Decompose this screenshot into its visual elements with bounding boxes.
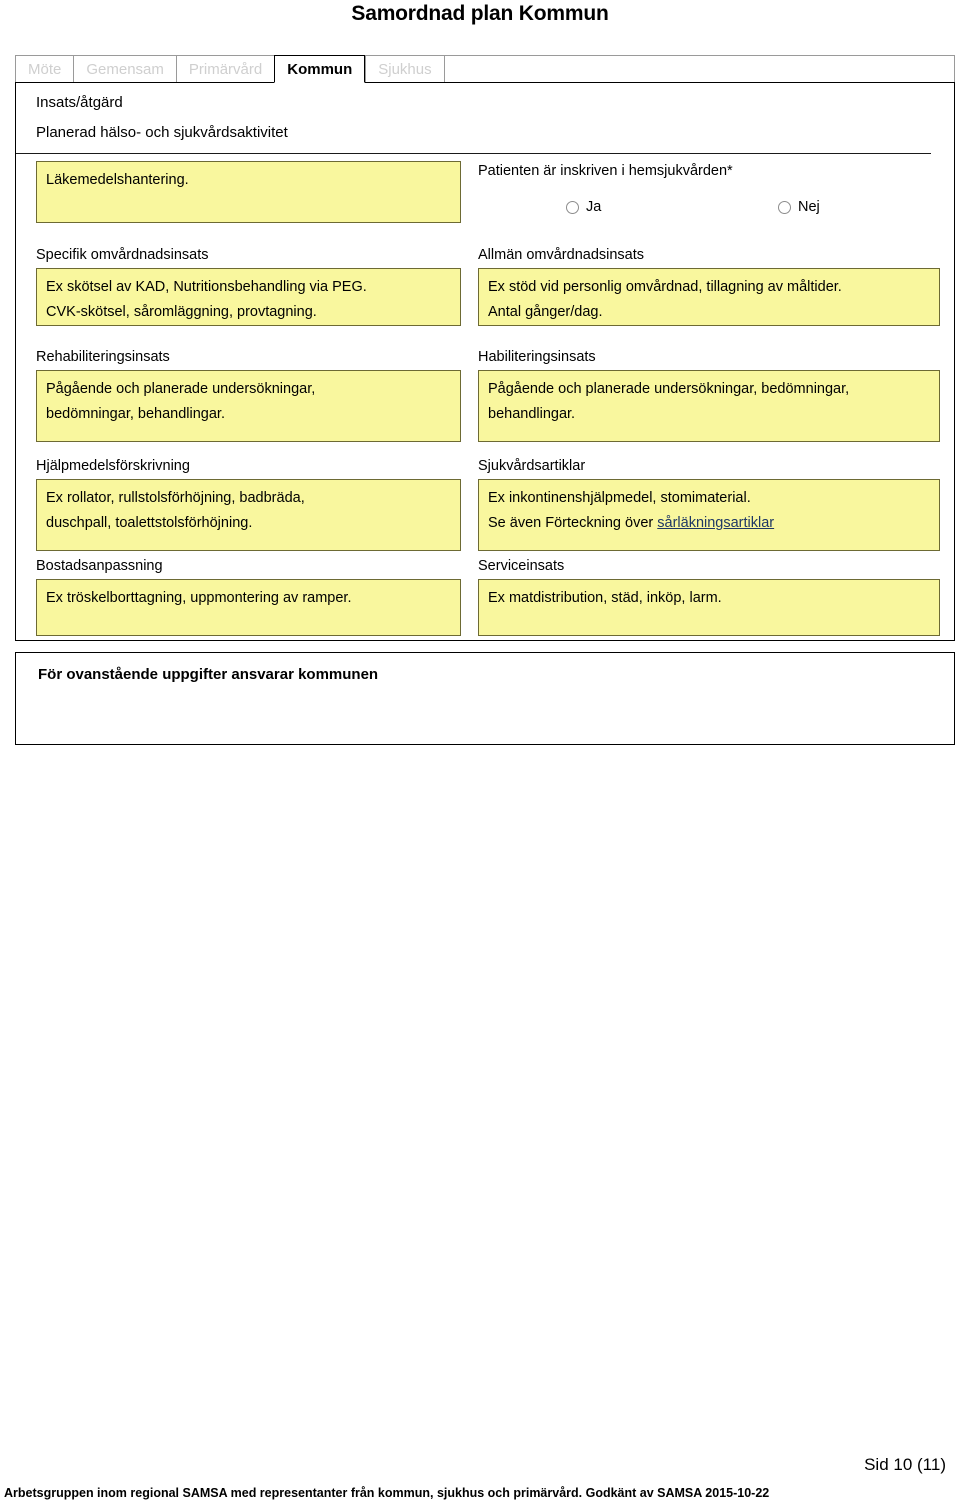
field-serviceinsats[interactable]: Ex matdistribution, städ, inköp, larm. (478, 579, 940, 636)
label-allman-omvardnadsinsats: Allmän omvårdnadsinsats (478, 247, 645, 263)
radio-circle-icon[interactable] (778, 200, 791, 214)
field-allman-omvardnadsinsats[interactable]: Ex stöd vid personlig omvårdnad, tillagn… (478, 268, 940, 326)
field-lakemedelshantering-value: Läkemedelshantering. (46, 172, 189, 188)
field-line: bedömningar, behandlingar. (46, 406, 225, 422)
tab-gemensam[interactable]: Gemensam (73, 55, 176, 83)
label-habiliteringsinsats: Habiliteringsinsats (478, 349, 596, 365)
tab-sjukhus[interactable]: Sjukhus (365, 55, 444, 83)
field-line: duschpall, toalettstolsförhöjning. (46, 515, 253, 531)
field-line: Ex matdistribution, städ, inköp, larm. (488, 590, 722, 606)
field-rehabiliteringsinsats[interactable]: Pågående och planerade undersökningar, b… (36, 370, 461, 442)
responsibility-panel: För ovanstående uppgifter ansvarar kommu… (15, 652, 955, 745)
field-line: Ex rollator, rullstolsförhöjning, badbrä… (46, 490, 305, 506)
field-line: CVK-skötsel, såromläggning, provtagning. (46, 304, 317, 320)
label-bostadsanpassning: Bostadsanpassning (36, 558, 163, 574)
field-line: Pågående och planerade undersökningar, b… (488, 381, 850, 397)
field-sjukvardsartiklar[interactable]: Ex inkontinenshjälpmedel, stomimaterial.… (478, 479, 940, 551)
heading-planerad-aktivitet: Planerad hälso- och sjukvårdsaktivitet (36, 124, 288, 141)
field-line: Ex inkontinenshjälpmedel, stomimaterial. (488, 490, 751, 506)
heading-insats-atgard: Insats/åtgärd (36, 94, 123, 111)
label-hjalpmedelsforskrivning: Hjälpmedelsförskrivning (36, 458, 190, 474)
link-sarlakningsartiklar[interactable]: sårläkningsartiklar (657, 515, 774, 531)
tab-bar: Möte Gemensam Primärvård Kommun Sjukhus (15, 55, 955, 83)
field-line: Antal gånger/dag. (488, 304, 603, 320)
label-specifik-omvardnadsinsats: Specifik omvårdnadsinsats (36, 247, 209, 263)
radio-circle-icon[interactable] (566, 200, 579, 214)
field-lakemedelshantering[interactable]: Läkemedelshantering. (36, 161, 461, 223)
tab-primarvard[interactable]: Primärvård (175, 55, 275, 83)
field-line: Ex skötsel av KAD, Nutritionsbehandling … (46, 279, 367, 295)
tab-kommun[interactable]: Kommun (274, 55, 366, 83)
radio-option-ja[interactable]: Ja (566, 199, 601, 215)
form-panel: Insats/åtgärd Planerad hälso- och sjukvå… (15, 82, 955, 641)
page-number: Sid 10 (11) (864, 1455, 946, 1474)
field-line-prefix: Se även Förteckning över (488, 515, 658, 531)
label-home-care-question: Patienten är inskriven i hemsjukvården* (478, 163, 733, 179)
field-habiliteringsinsats[interactable]: Pågående och planerade undersökningar, b… (478, 370, 940, 442)
label-rehabiliteringsinsats: Rehabiliteringsinsats (36, 349, 170, 365)
field-line: Pågående och planerade undersökningar, (46, 381, 316, 397)
radio-option-nej[interactable]: Nej (778, 199, 820, 215)
radio-label-nej: Nej (798, 199, 820, 215)
responsibility-text: För ovanstående uppgifter ansvarar kommu… (38, 666, 379, 683)
field-bostadsanpassning[interactable]: Ex tröskelborttagning, uppmontering av r… (36, 579, 461, 636)
field-line: Ex stöd vid personlig omvårdnad, tillagn… (488, 279, 842, 295)
tab-mote[interactable]: Möte (15, 55, 74, 83)
label-sjukvardsartiklar: Sjukvårdsartiklar (478, 458, 586, 474)
home-care-radio-group: Ja Nej (478, 199, 878, 219)
label-serviceinsats: Serviceinsats (478, 558, 565, 574)
field-specifik-omvardnadsinsats[interactable]: Ex skötsel av KAD, Nutritionsbehandling … (36, 268, 461, 326)
field-hjalpmedelsforskrivning[interactable]: Ex rollator, rullstolsförhöjning, badbrä… (36, 479, 461, 551)
field-line: Ex tröskelborttagning, uppmontering av r… (46, 590, 352, 606)
radio-label-ja: Ja (586, 199, 602, 215)
page-title: Samordnad plan Kommun (351, 2, 609, 25)
field-line-with-link: Se även Förteckning över sårläkningsarti… (488, 511, 930, 536)
section-divider (16, 153, 931, 154)
field-line: behandlingar. (488, 406, 576, 422)
footer-note: Arbetsgruppen inom regional SAMSA med re… (4, 1486, 770, 1500)
tab-strip-filler (443, 55, 955, 83)
